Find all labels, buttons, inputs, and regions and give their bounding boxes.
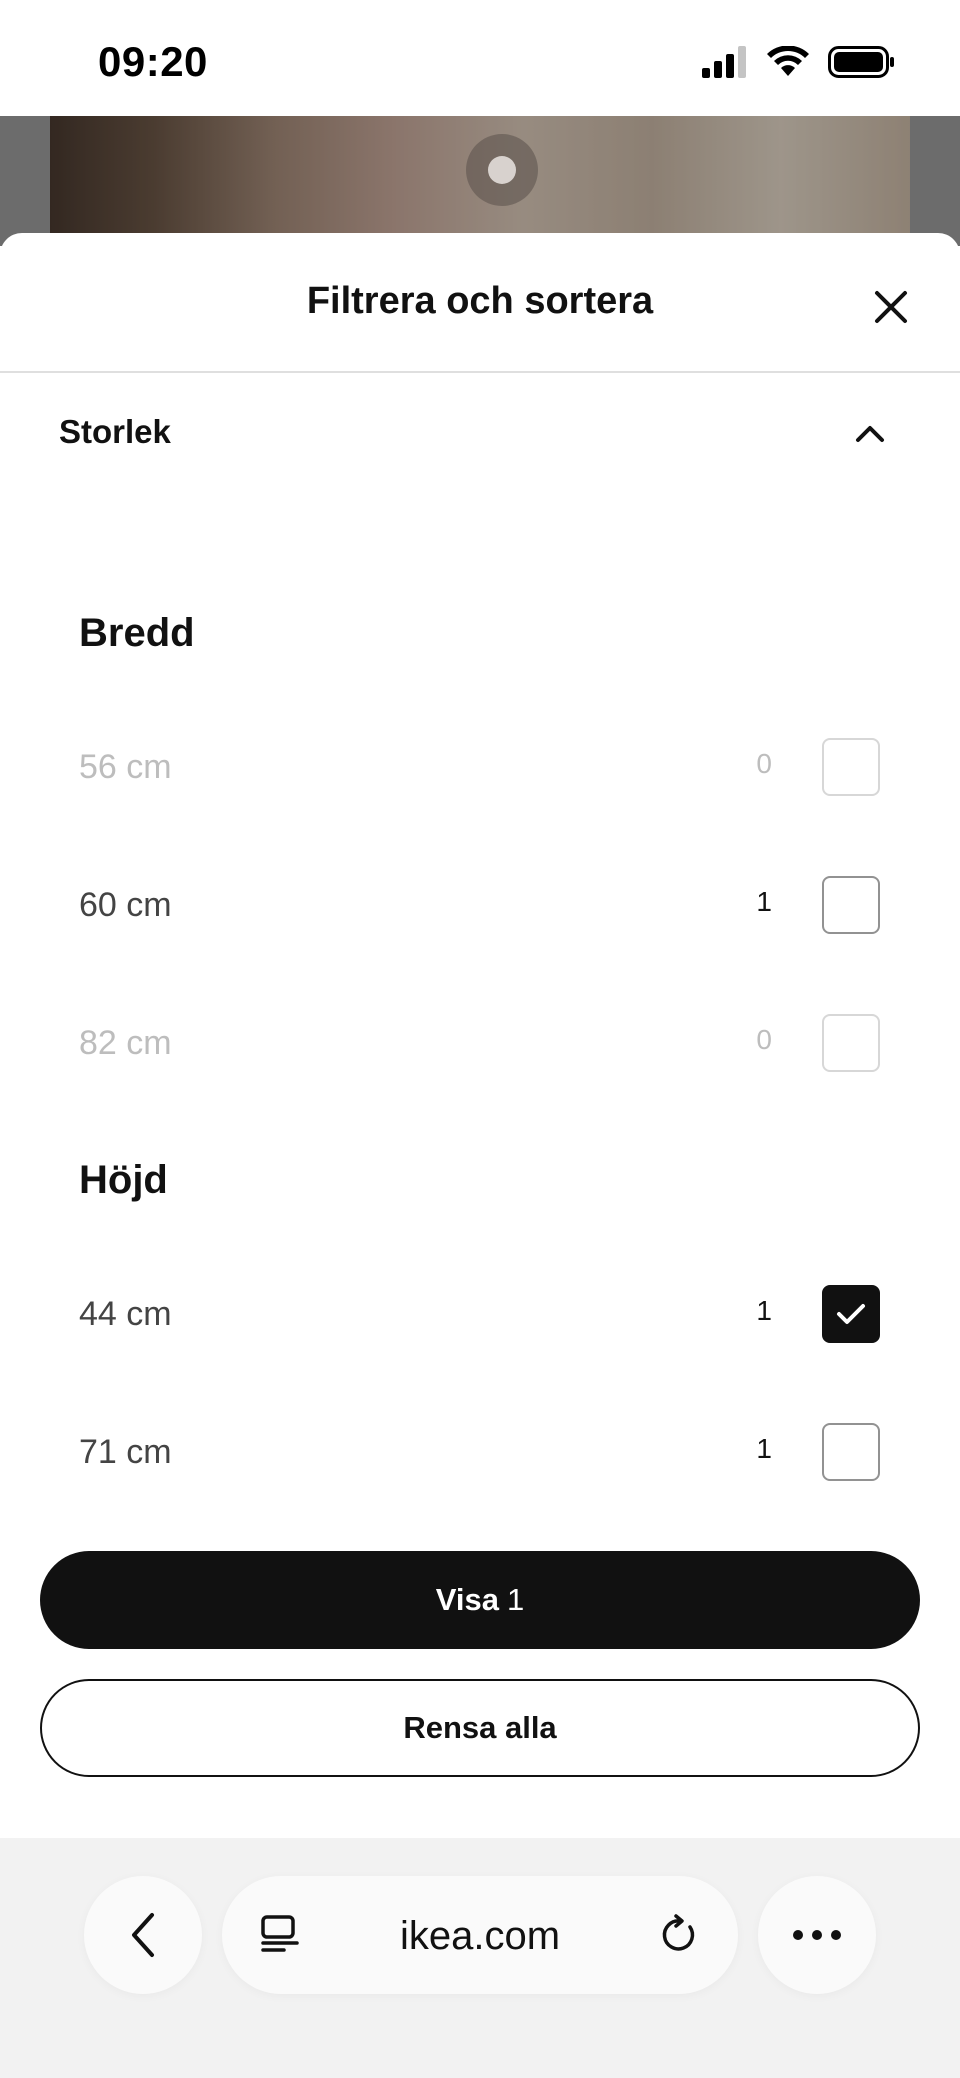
chevron-up-icon [850, 413, 890, 453]
checkbox[interactable] [822, 1423, 880, 1481]
checkbox[interactable] [822, 1014, 880, 1072]
status-time: 09:20 [98, 38, 208, 85]
filter-option-44cm[interactable]: 44 cm 1 [0, 1255, 960, 1375]
reload-icon[interactable] [658, 1913, 702, 1957]
sheet-header: Filtrera och sortera [0, 233, 960, 373]
clear-all-button[interactable]: Rensa alla [40, 1679, 920, 1777]
filter-sheet: Filtrera och sortera Storlek Bredd 56 cm… [0, 233, 960, 1838]
filter-option-56cm[interactable]: 56 cm 0 [0, 708, 960, 828]
section-storlek-toggle[interactable]: Storlek [0, 373, 960, 493]
group-heading-bredd: Bredd [79, 611, 195, 655]
back-chevron-icon [132, 1913, 154, 1957]
battery-icon [828, 46, 894, 78]
option-count: 1 [756, 886, 772, 917]
cellular-signal-icon [702, 46, 746, 78]
group-heading-hojd: Höjd [79, 1158, 168, 1202]
option-count: 1 [756, 1433, 772, 1464]
option-label: 71 cm [79, 1433, 172, 1471]
address-bar[interactable]: ikea.com [222, 1876, 738, 1994]
more-icon [793, 1930, 841, 1940]
filter-option-71cm[interactable]: 71 cm 1 [0, 1393, 960, 1513]
close-button[interactable] [865, 281, 917, 333]
wifi-icon [767, 46, 809, 76]
hotspot-dot-icon [466, 134, 538, 206]
close-icon [875, 291, 907, 323]
sheet-title: Filtrera och sortera [306, 280, 654, 322]
back-button[interactable] [84, 1876, 202, 1994]
checkmark-icon [837, 1304, 865, 1324]
browser-toolbar: ikea.com [0, 1838, 960, 2078]
option-count: 1 [756, 1295, 772, 1326]
checkbox[interactable] [822, 876, 880, 934]
option-count: 0 [756, 1024, 772, 1055]
checkbox[interactable] [822, 738, 880, 796]
show-results-label: Visa [435, 1582, 499, 1617]
show-results-count: 1 [506, 1582, 525, 1617]
filter-option-60cm[interactable]: 60 cm 1 [0, 846, 960, 966]
status-icons [702, 46, 896, 78]
option-label: 60 cm [79, 886, 172, 924]
option-count: 0 [756, 748, 772, 779]
option-label: 44 cm [79, 1295, 172, 1333]
option-label: 82 cm [79, 1024, 172, 1062]
more-button[interactable] [758, 1876, 876, 1994]
filter-option-82cm[interactable]: 82 cm 0 [0, 984, 960, 1104]
checkbox-checked[interactable] [822, 1285, 880, 1343]
section-title: Storlek [59, 413, 171, 450]
status-bar: 09:20 [0, 0, 960, 116]
show-results-button[interactable]: Visa 1 [40, 1551, 920, 1649]
option-label: 56 cm [79, 748, 172, 786]
background-page-peek [0, 116, 960, 246]
